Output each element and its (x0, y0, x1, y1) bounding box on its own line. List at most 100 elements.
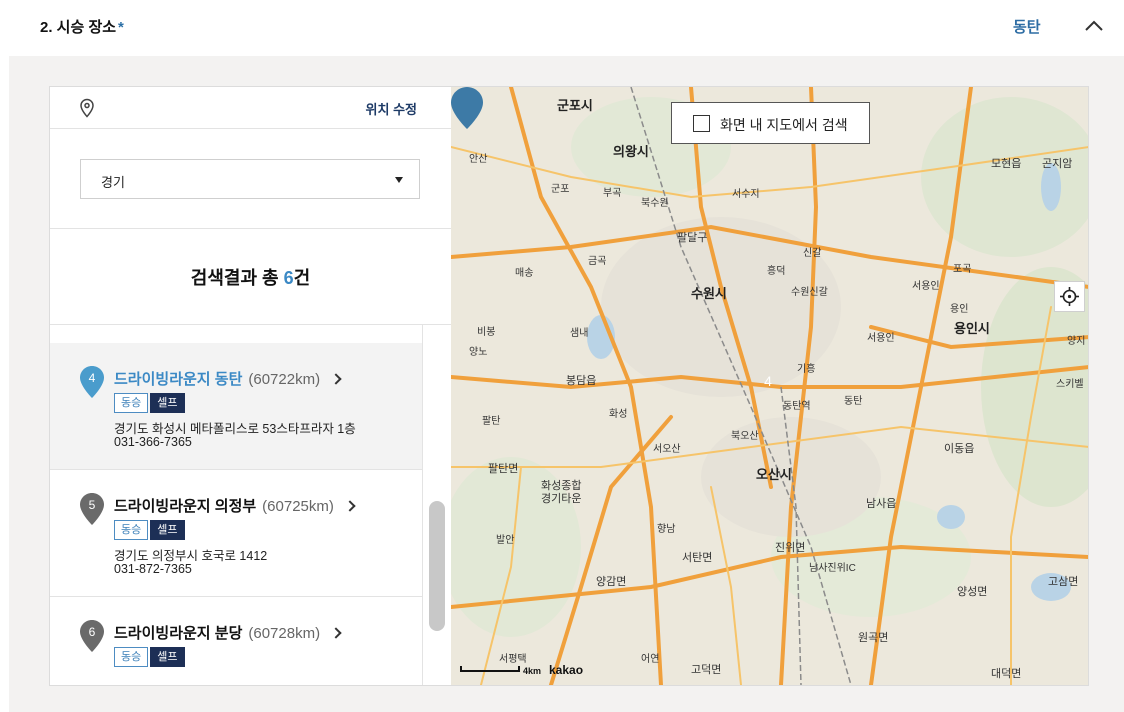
map-marker-number: 4 (764, 373, 772, 389)
list-item[interactable]: 6 드라이빙라운지 분당 (60728km) 동승 셀프 (50, 597, 422, 685)
location-list-panel: 위치 수정 경기 검색결과 총 6건 4 드라이빙라운지 동탄 (60722km) (50, 87, 451, 685)
required-mark: * (118, 19, 124, 36)
location-panel: 위치 수정 경기 검색결과 총 6건 4 드라이빙라운지 동탄 (60722km) (49, 86, 1089, 686)
search-in-map-label: 화면 내 지도에서 검색 (720, 117, 848, 133)
item-tags: 동승 셀프 (114, 393, 187, 413)
edit-location-link[interactable]: 위치 수정 (366, 99, 417, 118)
chevron-up-icon (1085, 20, 1103, 31)
region-select[interactable]: 경기 (80, 159, 420, 199)
map-label-bukosan: 북오산 (731, 431, 759, 442)
result-count: 검색결과 총 6건 (50, 229, 451, 325)
map-label-heungdeok: 흥덕 (767, 266, 786, 277)
marker-icon: 6 (80, 620, 104, 652)
map-label-hwaseong-complex: 화성종합경기타운 (541, 480, 582, 505)
result-prefix: 검색결과 총 (190, 268, 284, 288)
map-label-maesong: 매송 (515, 268, 534, 279)
item-distance: (60728km) (248, 625, 321, 642)
result-suffix: 건 (293, 268, 311, 288)
selected-location: 동탄 (1013, 19, 1041, 36)
map-label-dongtan-station: 동탄역 (783, 401, 811, 412)
region-select-wrap: 경기 (50, 129, 451, 229)
scrollbar-thumb[interactable] (429, 501, 445, 631)
map-label-bugok: 부곡 (603, 188, 622, 199)
section-title-text: 2. 시승 장소 (40, 19, 117, 36)
map-label-bibong: 비봉 (477, 327, 496, 338)
map-label-suwon-singal: 수원신갈 (791, 287, 828, 298)
map-label-namsajinwi: 남사진위IC (809, 563, 856, 574)
item-distance: (60722km) (248, 371, 321, 388)
item-name-text: 드라이빙라운지 동탄 (114, 371, 243, 388)
map-label-osan: 오산시 (756, 467, 792, 482)
item-name[interactable]: 드라이빙라운지 분당 (60728km) (114, 622, 342, 643)
map-label-dongtan: 동탄 (844, 396, 863, 407)
tag-ride-along: 동승 (114, 393, 149, 413)
map-marker-icon[interactable] (451, 87, 483, 129)
collapse-button[interactable] (1080, 12, 1108, 40)
item-name-text: 드라이빙라운지 분당 (114, 625, 243, 642)
item-tags: 동승 셀프 (114, 647, 187, 667)
tag-ride-along: 동승 (114, 520, 149, 540)
map-label-idong: 이동읍 (944, 443, 975, 455)
map-scale-bar (460, 666, 520, 672)
map-label-giheung: 기흥 (797, 364, 816, 375)
map-view[interactable]: 군포시 의왕시 팔달구 수원시 용인시 오산시 봉담읍 화성 동탄역 동탄 기흥… (451, 87, 1088, 685)
item-name[interactable]: 드라이빙라운지 의정부 (60725km) (114, 495, 356, 516)
map-label-yangseong: 양성면 (957, 586, 988, 598)
map-label-namsa: 남사읍 (866, 498, 897, 510)
marker-number: 5 (89, 498, 96, 512)
map-label-mohyeon: 모현읍 (991, 158, 1022, 170)
caret-down-icon (395, 177, 403, 183)
current-location-button[interactable] (1054, 281, 1085, 312)
map-label-balan: 발안 (496, 535, 515, 546)
map-label-seoyongin: 서용인 (912, 281, 940, 292)
item-tags: 동승 셀프 (114, 520, 187, 540)
map-label-jinwi: 진위면 (775, 542, 806, 554)
marker-icon: 5 (80, 493, 104, 525)
map-label-uiwang: 의왕시 (613, 144, 649, 159)
item-name-text: 드라이빙라운지 의정부 (114, 498, 257, 515)
location-pin-icon (80, 98, 94, 118)
map-label-singal: 신갈 (803, 248, 822, 259)
map-label-geumgok: 금곡 (588, 256, 607, 267)
map-label-pogok: 포곡 (953, 264, 972, 275)
result-number: 6 (283, 268, 294, 288)
map-label-gunpo-ic: 군포 (551, 184, 570, 195)
location-list: 4 드라이빙라운지 동탄 (60722km) 동승 셀프 경기도 화성시 메타폴리스… (50, 325, 422, 685)
item-name[interactable]: 드라이빙라운지 동탄 (60722km) (114, 368, 342, 389)
item-distance: (60725km) (262, 498, 334, 515)
search-in-map-toggle[interactable]: 화면 내 지도에서 검색 (671, 102, 870, 144)
chevron-right-icon (330, 627, 342, 639)
map-label-palta: 팔탄 (482, 416, 501, 427)
map-label-paldal: 팔달구 (677, 232, 708, 244)
map-label-seopyeongtaek: 서평택 (499, 654, 527, 665)
list-item[interactable]: 4 드라이빙라운지 동탄 (60722km) 동승 셀프 경기도 화성시 메타폴리스… (50, 343, 422, 470)
map-label-gunpo: 군포시 (557, 98, 593, 113)
map-label-hyangnam: 향남 (657, 524, 676, 535)
map-label-skybil: 스키벨 (1056, 379, 1084, 390)
search-in-map-checkbox[interactable] (693, 115, 710, 132)
map-label-gosam: 고삼면 (1048, 576, 1079, 588)
map-label-yangji: 양지 (1067, 336, 1086, 347)
section-header: 2. 시승 장소 * 동탄 (0, 0, 1124, 56)
map-label-gonjiam: 곤지암 (1042, 158, 1073, 170)
marker-number: 6 (89, 625, 96, 639)
map-label-buksuwon: 북수원 (641, 198, 669, 209)
tag-self: 셀프 (150, 393, 185, 413)
list-item[interactable]: 5 드라이빙라운지 의정부 (60725km) 동승 셀프 경기도 의정부시 호국로… (50, 470, 422, 597)
map-label-hwaseong: 화성 (609, 409, 628, 420)
tag-self: 셀프 (150, 647, 185, 667)
map-label-daedeok: 대덕면 (991, 668, 1022, 680)
list-scrollbar[interactable] (422, 325, 451, 685)
marker-icon: 4 (80, 366, 104, 398)
map-label-seoosan: 서오산 (653, 444, 681, 455)
map-label-saemnae: 샘내 (570, 328, 589, 339)
chevron-right-icon (344, 500, 356, 512)
map-label-suwon: 수원시 (691, 286, 727, 301)
map-label-seoyongin2: 서용인 (867, 333, 895, 344)
kakao-logo: kakao (549, 663, 584, 677)
map-label-yongin-ic: 용인 (950, 304, 969, 315)
map-label-yangno: 양노 (469, 347, 488, 358)
section-title: 2. 시승 장소 * (40, 16, 124, 37)
crosshair-icon (1060, 287, 1079, 306)
item-phone: 031-872-7365 (114, 562, 192, 576)
